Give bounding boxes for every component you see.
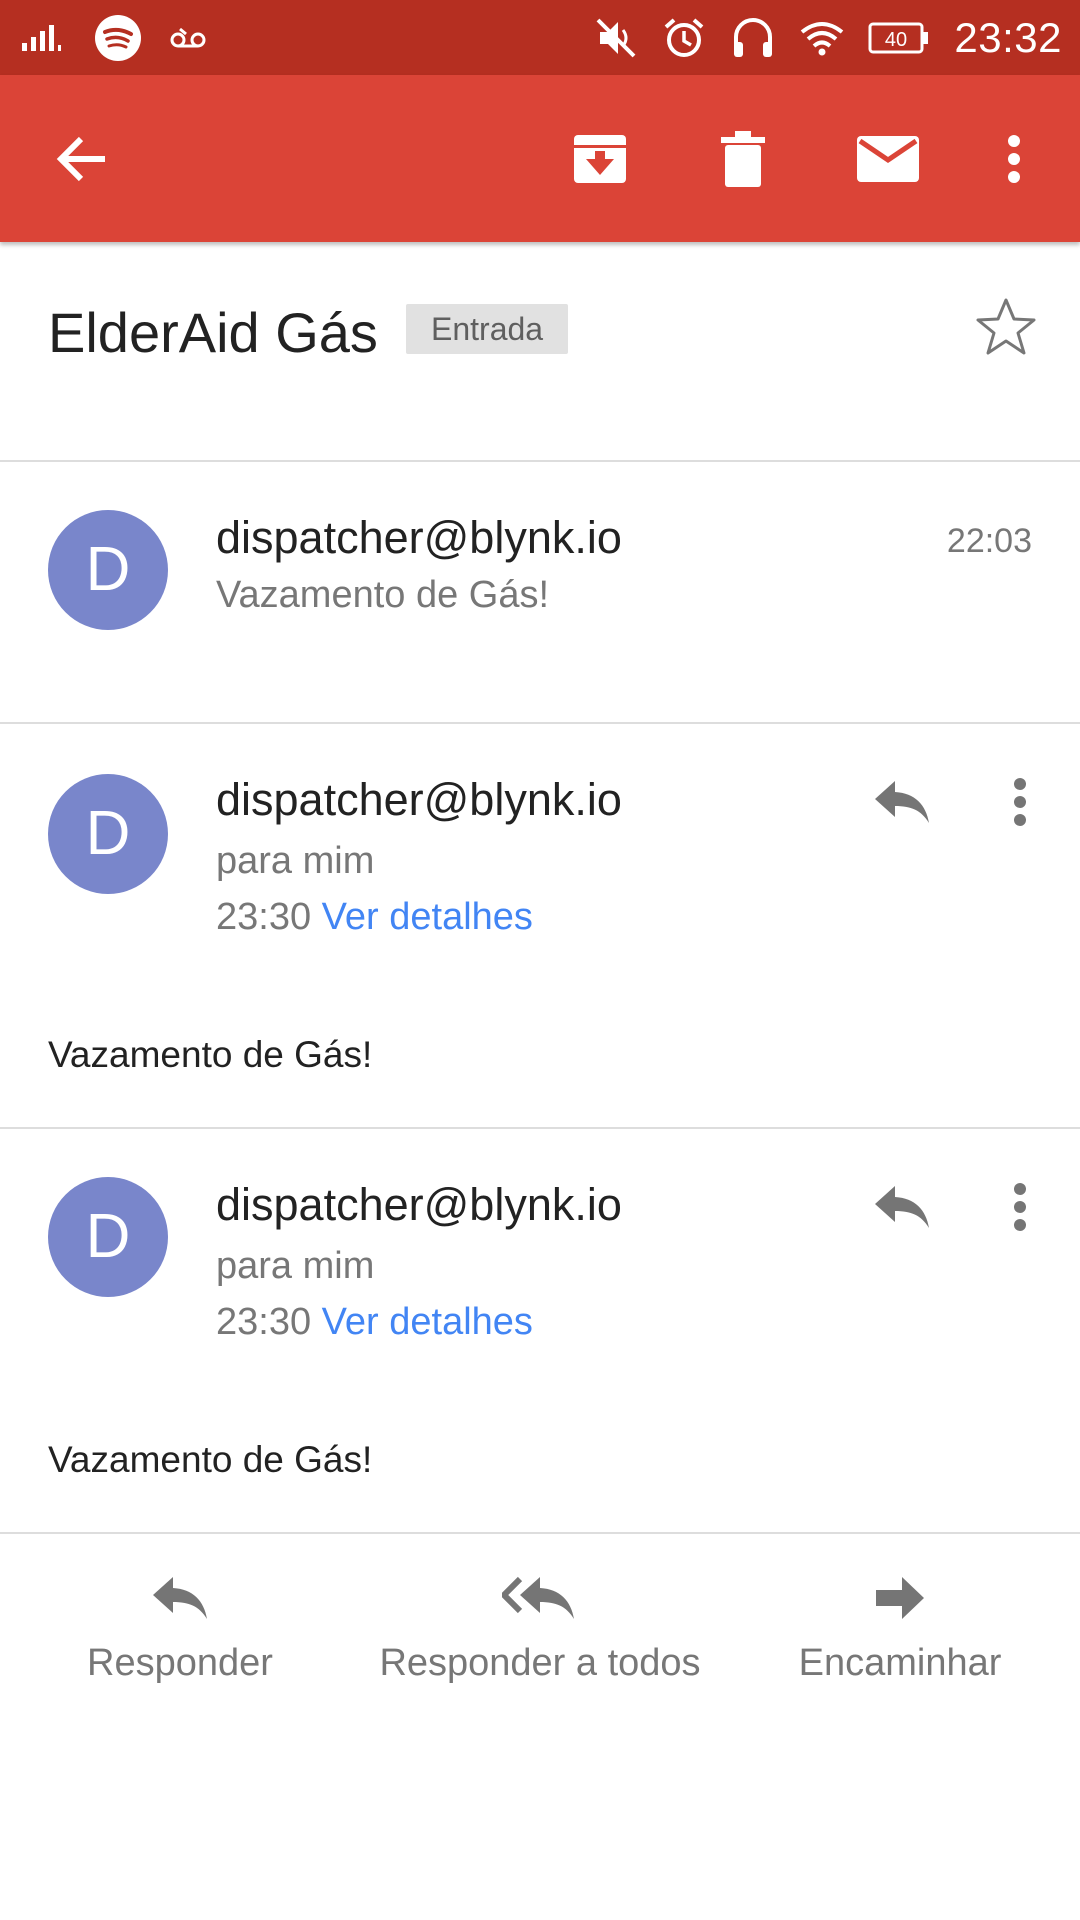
forward-action-label: Encaminhar	[798, 1642, 1002, 1684]
view-details-link[interactable]: Ver detalhes	[322, 1301, 533, 1343]
message-body: Vazamento de Gás!	[48, 1439, 373, 1480]
more-options-button[interactable]	[964, 75, 1064, 242]
more-vert-icon	[1013, 777, 1027, 832]
reply-all-action-button[interactable]: Responder a todos	[350, 1575, 730, 1715]
delete-button[interactable]	[693, 75, 793, 242]
reply-action-label: Responder	[87, 1642, 273, 1684]
app-toolbar	[0, 75, 1080, 242]
message-time: 23:30	[216, 896, 312, 938]
thread-subject: ElderAid Gás	[48, 301, 378, 364]
spotify-icon	[94, 14, 142, 62]
headphones-icon	[730, 15, 776, 61]
archive-icon	[572, 131, 628, 187]
forward-action-button[interactable]: Encaminhar	[780, 1575, 1020, 1715]
sender-name: dispatcher@blynk.io	[216, 1179, 622, 1230]
mark-unread-button[interactable]	[838, 75, 938, 242]
more-vert-icon	[1013, 1182, 1027, 1237]
forward-icon	[874, 1575, 926, 1626]
voicemail-icon	[170, 27, 206, 49]
clock-time: 23:32	[954, 13, 1062, 61]
alarm-icon	[662, 16, 706, 60]
inbox-label-chip[interactable]: Entrada	[406, 304, 569, 354]
avatar: D	[48, 1177, 168, 1297]
recipient-line[interactable]: para mim	[216, 840, 374, 883]
collapsed-message[interactable]: D dispatcher@blynk.io Vazamento de Gás! …	[0, 462, 1080, 722]
more-vert-icon	[1007, 134, 1021, 184]
star-outline-icon	[975, 298, 1037, 362]
reply-all-action-label: Responder a todos	[379, 1642, 701, 1684]
avatar: D	[48, 774, 168, 894]
message-time: 23:30	[216, 1301, 312, 1343]
sender-name: dispatcher@blynk.io	[216, 512, 622, 563]
reply-action-button[interactable]: Responder	[60, 1575, 300, 1715]
message-card: D dispatcher@blynk.io para mim 23:30 Ver…	[0, 1129, 1080, 1533]
status-bar: 40 23:32	[0, 0, 1080, 75]
reply-icon	[873, 779, 931, 830]
back-button[interactable]	[32, 75, 132, 242]
message-snippet: Vazamento de Gás!	[216, 574, 550, 616]
archive-button[interactable]	[550, 75, 650, 242]
time-details-line: 23:30 Ver detalhes	[216, 1301, 533, 1344]
message-card: D dispatcher@blynk.io para mim 23:30 Ver…	[0, 724, 1080, 1128]
reply-all-icon	[501, 1575, 578, 1626]
battery-icon: 40	[868, 21, 930, 55]
view-details-link[interactable]: Ver detalhes	[322, 896, 533, 938]
mute-icon	[594, 16, 638, 60]
message-time: 22:03	[946, 522, 1032, 560]
reply-button[interactable]	[862, 1169, 942, 1249]
message-more-button[interactable]	[994, 1169, 1046, 1249]
star-button[interactable]	[975, 296, 1037, 363]
mail-icon	[857, 135, 919, 182]
divider	[0, 1532, 1080, 1534]
reply-icon	[873, 1184, 931, 1235]
arrow-back-icon	[55, 135, 109, 183]
svg-text:40: 40	[885, 29, 907, 51]
wifi-icon	[800, 20, 844, 56]
reply-icon	[151, 1575, 209, 1626]
reply-button[interactable]	[862, 764, 942, 844]
message-more-button[interactable]	[994, 764, 1046, 844]
signal-icon	[22, 23, 66, 53]
recipient-line[interactable]: para mim	[216, 1245, 374, 1288]
avatar: D	[48, 510, 168, 630]
sender-name: dispatcher@blynk.io	[216, 774, 622, 825]
time-details-line: 23:30 Ver detalhes	[216, 896, 533, 939]
message-body: Vazamento de Gás!	[48, 1034, 373, 1075]
delete-icon	[721, 130, 765, 187]
